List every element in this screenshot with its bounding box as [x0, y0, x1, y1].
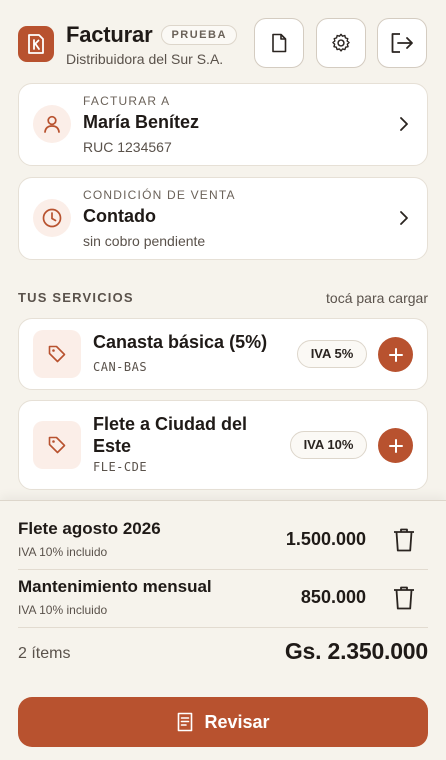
trash-icon[interactable] — [392, 527, 416, 553]
service-code: FLE-CDE — [93, 460, 148, 474]
total-amount: Gs. 2.350.000 — [284, 638, 428, 664]
sale-condition-label: CONDICIÓN DE VENTA — [83, 188, 236, 202]
tag-icon — [33, 421, 81, 469]
title-block: Facturar PRUEBA Distribuidora del Sur S.… — [66, 22, 237, 67]
settings-button[interactable] — [316, 18, 366, 68]
iva-badge: IVA 5% — [297, 340, 367, 368]
services-hint: tocá para cargar — [326, 290, 428, 306]
services-header: TUS SERVICIOS tocá para cargar — [18, 290, 428, 306]
plus-icon — [388, 438, 403, 453]
client-card[interactable]: FACTURAR A María Benítez RUC 1234567 — [18, 83, 428, 166]
document-button[interactable] — [254, 18, 304, 68]
logout-icon — [391, 33, 413, 53]
receipt-icon — [178, 712, 193, 732]
service-item[interactable]: Canasta básica (5%) CAN-BAS IVA 5% — [18, 318, 428, 390]
services-title: TUS SERVICIOS — [18, 290, 134, 305]
review-button[interactable]: Revisar — [18, 697, 428, 747]
chevron-right-icon — [400, 211, 408, 225]
page-title: Facturar — [66, 22, 153, 47]
sale-condition-card[interactable]: CONDICIÓN DE VENTA Contado sin cobro pen… — [18, 177, 428, 260]
review-button-label: Revisar — [204, 711, 270, 732]
trash-icon[interactable] — [392, 585, 416, 611]
invoice-line: Flete agosto 2026 IVA 10% incluido 1.500… — [18, 511, 428, 569]
iva-badge: IVA 10% — [290, 431, 367, 459]
line-note: IVA 10% incluido — [18, 545, 108, 559]
line-name: Mantenimiento mensual — [18, 577, 212, 596]
line-amount: 1.500.000 — [285, 529, 366, 549]
sale-condition-value: Contado — [83, 206, 156, 226]
items-count: 2 ítems — [18, 645, 71, 662]
invoice-summary-panel: Flete agosto 2026 IVA 10% incluido 1.500… — [0, 500, 446, 760]
gear-icon — [332, 33, 350, 52]
person-icon — [33, 105, 71, 143]
line-note: IVA 10% incluido — [18, 603, 108, 617]
tag-icon — [33, 330, 81, 378]
logout-button[interactable] — [377, 18, 427, 68]
client-label: FACTURAR A — [83, 94, 171, 108]
client-ruc: RUC 1234567 — [83, 139, 172, 155]
sale-condition-sub: sin cobro pendiente — [83, 233, 206, 249]
service-name: Flete a Ciudad del Este — [93, 414, 248, 456]
chevron-right-icon — [400, 117, 408, 131]
divider — [18, 627, 428, 628]
line-amount: 850.000 — [300, 587, 366, 607]
company-name: Distribuidora del Sur S.A. — [66, 51, 224, 67]
header: Facturar PRUEBA Distribuidora del Sur S.… — [18, 18, 428, 70]
document-icon — [272, 33, 287, 53]
service-code: CAN-BAS — [93, 360, 148, 374]
add-service-button[interactable] — [378, 337, 413, 372]
line-name: Flete agosto 2026 — [18, 519, 161, 538]
service-item[interactable]: Flete a Ciudad del Este FLE-CDE IVA 10% — [18, 400, 428, 490]
client-name: María Benítez — [83, 112, 200, 132]
clock-icon — [33, 199, 71, 237]
add-service-button[interactable] — [378, 428, 413, 463]
service-name: Canasta básica (5%) — [93, 332, 268, 352]
app-logo-icon — [18, 26, 54, 62]
invoice-line: Mantenimiento mensual IVA 10% incluido 8… — [18, 569, 428, 627]
test-mode-badge: PRUEBA — [161, 25, 237, 45]
plus-icon — [388, 347, 403, 362]
